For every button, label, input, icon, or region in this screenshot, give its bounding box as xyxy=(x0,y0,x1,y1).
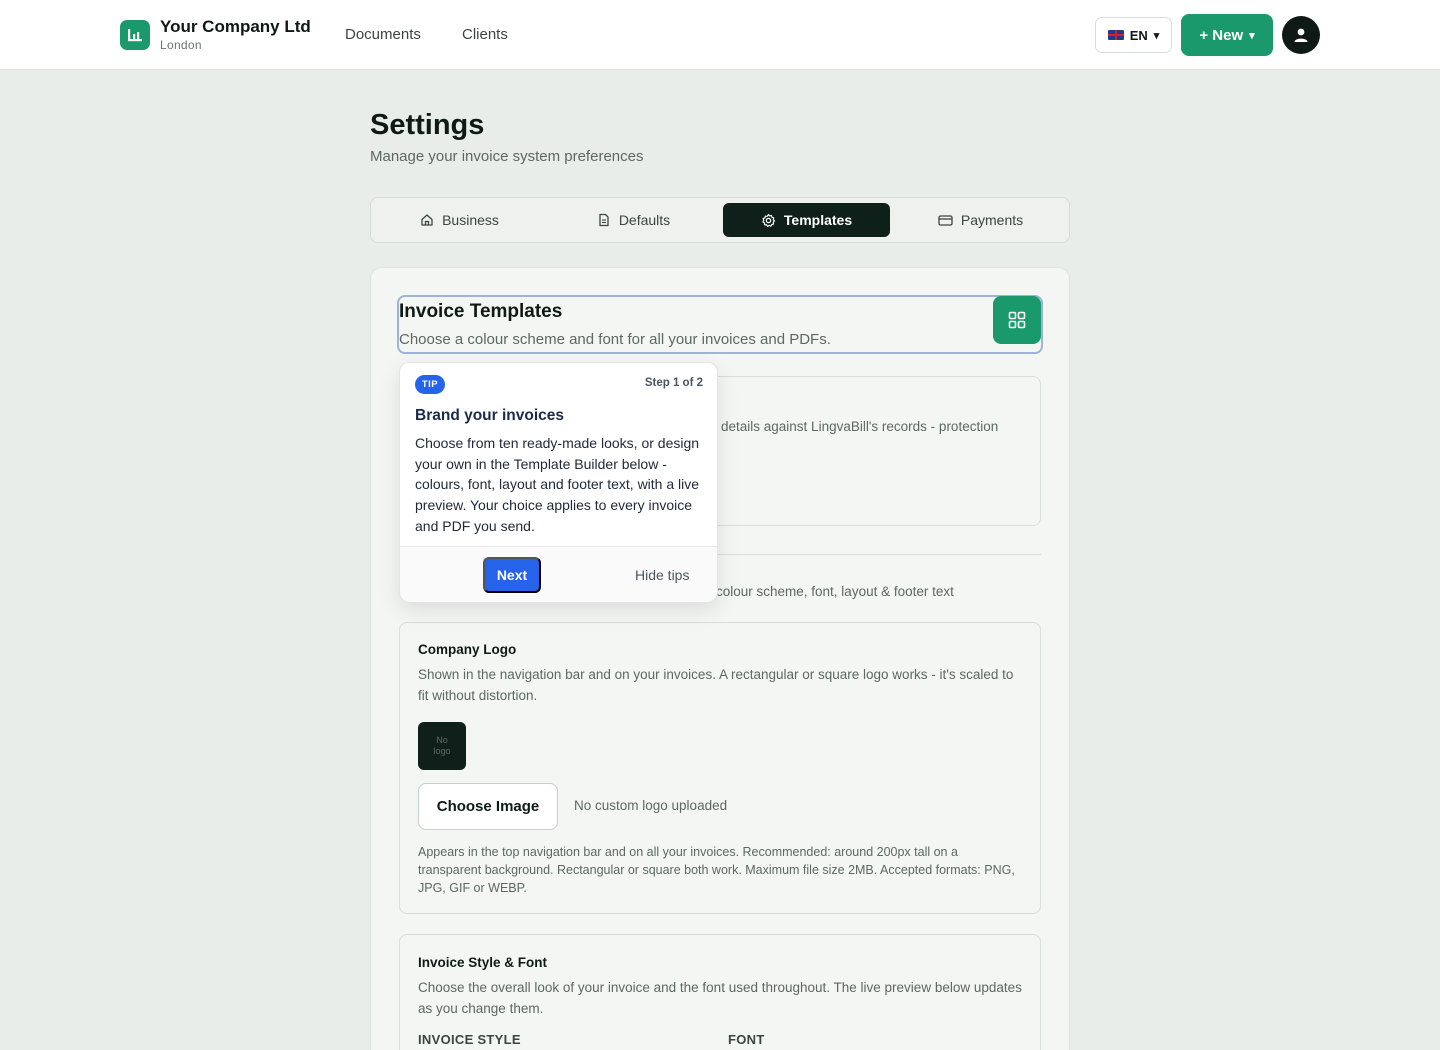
page-title: Settings xyxy=(370,109,485,141)
tab-label: Business xyxy=(442,212,499,228)
section-title: Invoice Templates xyxy=(399,301,563,322)
hide-tips-link[interactable]: Hide tips xyxy=(635,567,689,583)
home-icon xyxy=(421,214,433,226)
choose-image-button[interactable]: Choose Image xyxy=(418,783,558,830)
tab-label: Defaults xyxy=(618,212,671,228)
company-name: Your Company Ltd xyxy=(160,17,311,36)
card-icon xyxy=(938,214,953,226)
language-code: EN xyxy=(1129,27,1148,43)
tab-business[interactable]: Business xyxy=(376,203,543,237)
settings-tabs: Business Defaults Templates Payments xyxy=(370,197,1070,243)
invoice-style-label: INVOICE STYLE xyxy=(418,1032,521,1047)
company-logo-title: Company Logo xyxy=(418,642,517,657)
logo-placeholder: No logo xyxy=(418,722,466,770)
tab-label: Payments xyxy=(960,212,1024,228)
brand[interactable]: Your Company Ltd London xyxy=(120,18,311,52)
chevron-down-icon: ▾ xyxy=(1153,29,1160,42)
tip-step-indicator: Step 1 of 2 xyxy=(644,377,703,389)
company-location: London xyxy=(160,38,202,52)
tab-templates[interactable]: Templates xyxy=(723,203,890,237)
logo-placeholder-line: No xyxy=(436,735,448,745)
tip-body: Choose from ten ready-made looks, or des… xyxy=(415,435,700,534)
nav-link-documents[interactable]: Documents xyxy=(345,26,421,43)
invoice-style-title: Invoice Style & Font xyxy=(418,955,548,970)
new-button[interactable]: + New ▾ xyxy=(1181,14,1273,56)
section-subtitle: Choose a colour scheme and font for all … xyxy=(399,331,831,348)
font-label: FONT xyxy=(728,1032,765,1047)
logo-help-text: Appears in the top navigation bar and on… xyxy=(418,845,1015,895)
tip-title: Brand your invoices xyxy=(415,407,565,424)
tab-defaults[interactable]: Defaults xyxy=(550,203,717,237)
user-icon xyxy=(1294,28,1308,42)
invoice-style-description: Choose the overall look of your invoice … xyxy=(418,980,1022,1016)
uk-flag-icon xyxy=(1107,30,1124,40)
language-selector[interactable]: EN ▾ xyxy=(1095,17,1172,53)
tab-label: Templates xyxy=(783,212,853,228)
tab-payments[interactable]: Payments xyxy=(897,203,1064,237)
new-button-label: + New xyxy=(1199,26,1244,44)
logo-placeholder-line: logo xyxy=(433,746,451,756)
nav-link-clients[interactable]: Clients xyxy=(462,26,508,43)
chevron-down-icon: ▾ xyxy=(1249,29,1255,42)
tip-footer: Next Hide tips xyxy=(400,546,717,602)
template-builder-text: colour scheme, font, layout & footer tex… xyxy=(716,584,954,599)
tip-badge: TIP xyxy=(415,375,445,394)
grid-icon xyxy=(1008,311,1026,329)
company-logo-description: Shown in the navigation bar and on your … xyxy=(418,667,1014,703)
user-avatar[interactable] xyxy=(1282,16,1320,54)
logo-upload-status: No custom logo uploaded xyxy=(574,798,728,813)
page-subtitle: Manage your invoice system preferences xyxy=(370,148,644,165)
tip-next-button[interactable]: Next xyxy=(483,557,541,593)
gear-icon xyxy=(762,213,776,227)
tip-popover: TIP Step 1 of 2 Brand your invoices Choo… xyxy=(399,362,718,602)
chart-logo-icon xyxy=(120,20,150,50)
grid-view-button[interactable] xyxy=(993,296,1041,344)
protection-text: details against LingvaBill's records - p… xyxy=(721,419,999,434)
top-navigation: Your Company Ltd London Documents Client… xyxy=(0,0,1440,70)
document-icon xyxy=(599,213,609,227)
